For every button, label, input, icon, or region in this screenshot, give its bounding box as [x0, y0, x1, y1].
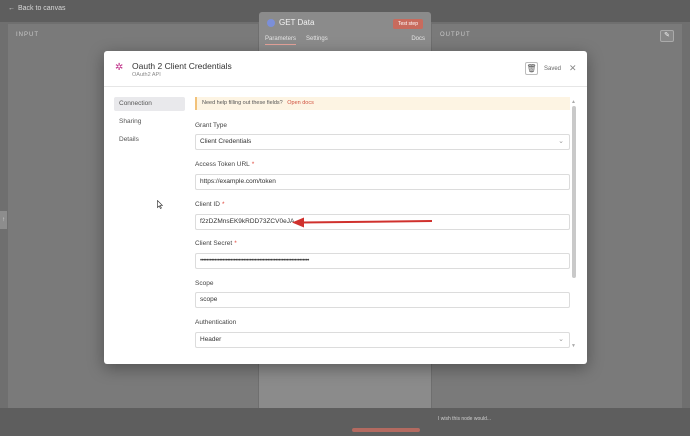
node-tabs: Parameters Settings Docs — [265, 36, 425, 45]
docs-link[interactable]: Docs — [411, 36, 425, 45]
grant-type-label: Grant Type — [195, 122, 228, 129]
client-secret-label: Client Secret * — [195, 240, 237, 247]
credentials-modal: ✲ Oauth 2 Client Credentials OAuth2 API … — [104, 51, 587, 364]
feedback-hint[interactable]: I wish this node would... — [438, 416, 491, 422]
sidebar-item-connection[interactable]: Connection — [114, 97, 185, 111]
trash-icon: 🗑 — [526, 64, 537, 73]
tab-settings[interactable]: Settings — [306, 36, 328, 45]
chevron-down-icon: ⌄ — [558, 336, 564, 343]
modal-header: ✲ Oauth 2 Client Credentials OAuth2 API … — [104, 51, 587, 87]
annotation-arrow-icon — [292, 217, 433, 228]
chevron-down-icon: ⌄ — [558, 138, 564, 145]
bottom-accent-bar — [352, 428, 420, 432]
close-icon[interactable]: ✕ — [569, 63, 577, 74]
modal-title: Oauth 2 Client Credentials — [132, 61, 232, 71]
scroll-up-icon[interactable]: ▲ — [571, 99, 576, 105]
tab-parameters[interactable]: Parameters — [265, 36, 297, 45]
scope-input[interactable]: scope — [195, 292, 570, 308]
edit-output-button[interactable]: ✎ — [660, 30, 674, 42]
access-token-url-label: Access Token URL * — [195, 161, 255, 168]
output-panel-label: OUTPUT — [440, 32, 471, 38]
globe-icon — [267, 18, 275, 27]
authentication-label: Authentication — [195, 319, 237, 326]
side-toggle-tab[interactable]: ↑ — [0, 211, 7, 229]
grant-type-select[interactable]: Client Credentials ⌄ — [195, 134, 570, 150]
test-step-button[interactable]: Test step — [392, 19, 423, 29]
bottom-bar — [0, 408, 690, 436]
scrollbar[interactable] — [572, 106, 576, 278]
delete-button[interactable]: 🗑 — [525, 62, 538, 75]
authentication-select[interactable]: Header ⌄ — [195, 332, 570, 348]
back-to-canvas-link[interactable]: ← Back to canvas — [8, 5, 65, 12]
scope-label: Scope — [195, 280, 214, 287]
mouse-pointer-icon — [157, 200, 163, 209]
credential-icon: ✲ — [115, 62, 124, 73]
saved-status: Saved — [544, 66, 562, 72]
sidebar-item-details[interactable]: Details — [114, 133, 185, 147]
sidebar-item-sharing[interactable]: Sharing — [114, 115, 185, 129]
input-panel-label: INPUT — [16, 32, 39, 38]
access-token-url-input[interactable]: https://example.com/token — [195, 174, 570, 190]
node-title: GET Data — [267, 18, 314, 27]
arrow-left-icon: ← — [8, 5, 15, 12]
pencil-icon: ✎ — [664, 32, 670, 39]
client-secret-input[interactable]: ••••••••••••••••••••••••••••••••••••••••… — [195, 253, 570, 269]
help-notice: Need help filling out these fields? Open… — [195, 97, 570, 110]
modal-subtitle: OAuth2 API — [132, 72, 161, 78]
arrow-up-icon: ↑ — [2, 217, 5, 223]
open-docs-link[interactable]: Open docs — [287, 100, 314, 106]
client-id-label: Client ID * — [195, 201, 225, 208]
scroll-down-icon[interactable]: ▼ — [571, 343, 576, 349]
